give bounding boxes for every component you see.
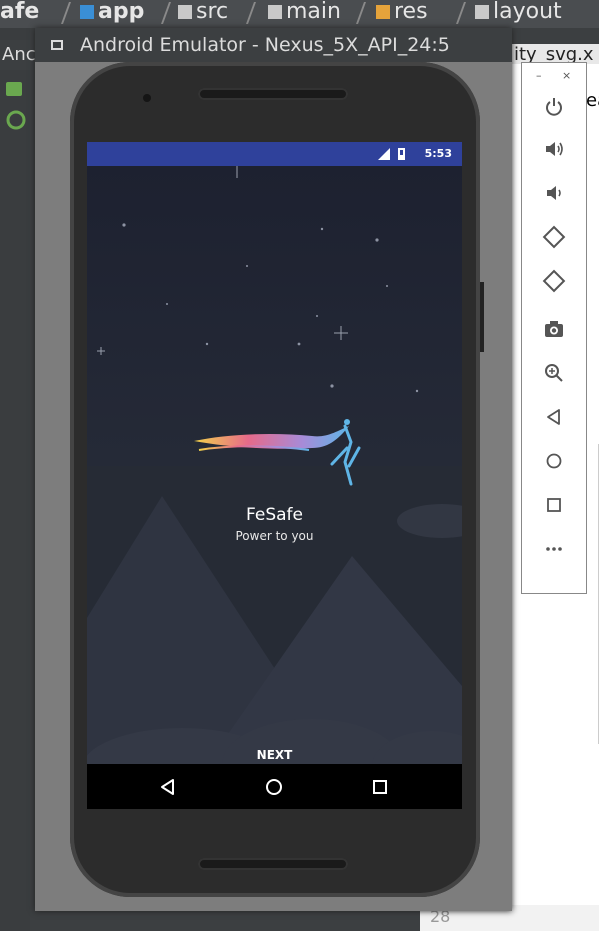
breadcrumb-label: main	[286, 0, 341, 24]
breadcrumb-item[interactable]: app	[80, 0, 144, 28]
home-icon[interactable]	[261, 774, 287, 800]
home-icon[interactable]	[542, 449, 566, 473]
device-screen[interactable]: 5:53 FeSafe Power to you NEXT	[87, 142, 462, 809]
window-title: Android Emulator - Nexus_5X_API_24:5	[80, 34, 450, 56]
onboarding-screen: FeSafe Power to you NEXT	[87, 166, 462, 764]
night-sky-background	[87, 166, 462, 764]
status-time: 5:53	[424, 147, 452, 160]
ide-left-gutter	[0, 28, 30, 931]
status-bar: 5:53	[87, 142, 462, 166]
camera-icon[interactable]	[542, 317, 566, 341]
power-icon[interactable]	[542, 95, 566, 119]
breadcrumb-label: src	[196, 0, 229, 24]
bottom-speaker	[198, 858, 348, 870]
breadcrumb-separator	[150, 2, 172, 24]
breadcrumb-separator	[345, 2, 367, 24]
rotate-left-icon[interactable]	[542, 225, 566, 249]
breadcrumb-label: res	[394, 0, 428, 24]
front-camera	[143, 94, 151, 102]
folder-icon	[475, 5, 489, 19]
back-icon[interactable]	[542, 405, 566, 429]
folder-icon	[178, 5, 192, 19]
folder-icon	[268, 5, 282, 19]
emulator-toolbar: – ×	[521, 62, 587, 594]
side-button	[480, 282, 484, 352]
breadcrumb-separator	[50, 2, 72, 24]
minimize-button[interactable]: –	[536, 69, 542, 82]
navigation-bar	[87, 764, 462, 809]
breadcrumb-label: app	[98, 0, 145, 24]
signal-battery-icon	[378, 148, 405, 160]
run-icon[interactable]	[0, 78, 30, 138]
volume-up-icon[interactable]	[542, 137, 566, 161]
overview-icon[interactable]	[542, 493, 566, 517]
module-icon	[80, 5, 94, 19]
emulator-window: Android Emulator - Nexus_5X_API_24:5 5:5…	[35, 28, 512, 911]
breadcrumb-separator	[235, 2, 257, 24]
back-icon[interactable]	[155, 774, 181, 800]
breadcrumb-label: layout	[493, 0, 562, 24]
editor-tab[interactable]: Anc	[2, 44, 36, 65]
volume-down-icon[interactable]	[542, 181, 566, 205]
app-tagline: Power to you	[235, 529, 314, 543]
next-button[interactable]: NEXT	[247, 748, 302, 762]
recents-icon[interactable]	[367, 774, 393, 800]
emulator-titlebar[interactable]: Android Emulator - Nexus_5X_API_24:5	[35, 28, 512, 62]
app-name: FeSafe	[246, 505, 303, 525]
breadcrumb-item[interactable]: afe	[0, 0, 39, 28]
code-text: ea	[586, 90, 599, 111]
breadcrumb-item[interactable]: main	[268, 0, 341, 28]
breadcrumb-item[interactable]: layout	[475, 0, 562, 28]
zoom-icon[interactable]	[542, 361, 566, 385]
close-button[interactable]: ×	[562, 69, 571, 82]
rotate-right-icon[interactable]	[542, 269, 566, 293]
breadcrumb-item[interactable]: src	[178, 0, 228, 28]
res-folder-icon	[376, 5, 390, 19]
more-icon[interactable]	[542, 537, 566, 561]
breadcrumb: afe app src main res layout	[0, 0, 599, 28]
top-speaker	[198, 88, 348, 100]
breadcrumb-item[interactable]: res	[376, 0, 428, 28]
breadcrumb-separator	[445, 2, 467, 24]
window-icon	[51, 40, 63, 50]
